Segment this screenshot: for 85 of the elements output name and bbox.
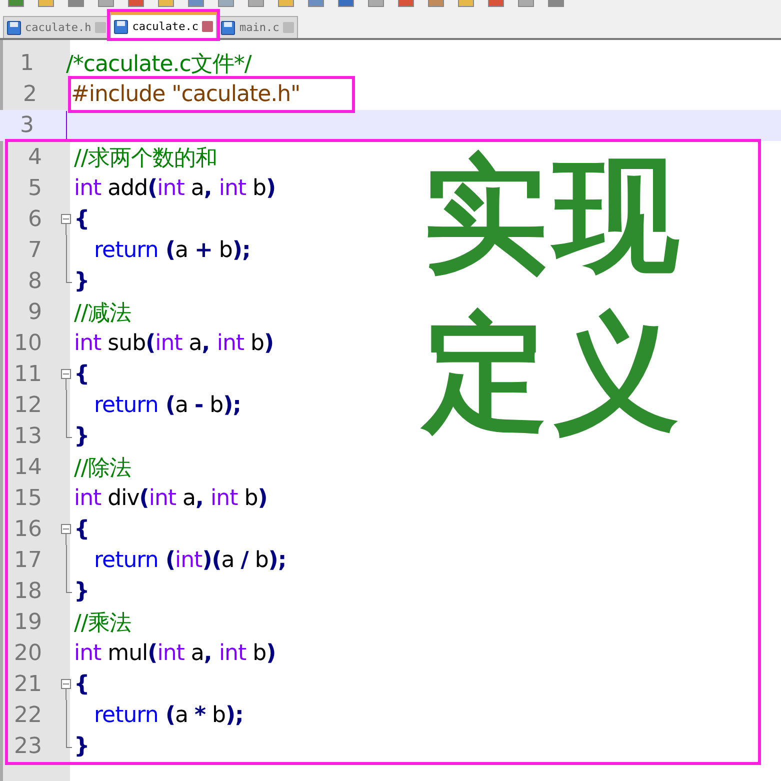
toolbar-icon[interactable]: [398, 0, 414, 7]
line-number: 20: [13, 641, 43, 666]
line-number: 10: [13, 331, 43, 356]
toolbar-icon[interactable]: [428, 0, 444, 7]
code-line: int mul(int a, int b): [74, 641, 276, 666]
code-line: }: [74, 734, 90, 759]
toolbar-icon[interactable]: [338, 0, 354, 7]
code-line: return (a + b);: [93, 238, 250, 263]
code-line: return (int)(a / b);: [93, 548, 286, 573]
line-number: 16: [13, 517, 43, 542]
fold-toggle-icon[interactable]: [61, 369, 71, 390]
code-comment: //减法: [74, 300, 131, 328]
code-line: {: [74, 672, 90, 697]
toolbar-icon[interactable]: [188, 0, 204, 7]
file-tab[interactable]: caculate.c: [110, 12, 218, 38]
fold-toggle-icon[interactable]: [61, 524, 71, 545]
fold-line-icon: [66, 545, 67, 576]
fold-line-icon: [66, 390, 67, 421]
line-number: 15: [13, 486, 43, 511]
toolbar-icon[interactable]: [488, 0, 504, 7]
code-line: int div(int a, int b): [74, 486, 268, 511]
line-number: 3: [19, 113, 35, 138]
save-icon: [221, 20, 236, 34]
code-line: }: [74, 579, 90, 604]
code-comment: //求两个数的和: [74, 144, 217, 172]
toolbar-icon[interactable]: [8, 0, 24, 7]
handwritten-note: 实现: [423, 147, 685, 284]
fold-toggle-icon[interactable]: [61, 214, 71, 235]
toolbar-icon[interactable]: [218, 0, 234, 7]
toolbar-icon[interactable]: [128, 0, 144, 7]
fold-end-icon: [66, 266, 72, 283]
toolbar-icon[interactable]: [308, 0, 324, 7]
toolbar-icon[interactable]: [368, 0, 384, 7]
code-line: {: [74, 207, 90, 232]
file-tab[interactable]: main.c: [217, 16, 298, 38]
fold-line-icon: [66, 235, 67, 266]
line-number: 11: [13, 362, 43, 387]
toolbar-icon[interactable]: [248, 0, 264, 7]
line-number: 9: [27, 300, 43, 325]
fold-line-icon: [66, 700, 67, 731]
code-line: {: [74, 517, 90, 542]
toolbar-icon[interactable]: [98, 0, 114, 7]
line-number: 2: [22, 81, 38, 109]
line-number: 4: [27, 145, 43, 170]
text-cursor: [66, 111, 67, 140]
code-line: #include "caculate.h": [71, 82, 300, 107]
save-icon: [114, 20, 128, 34]
line-number: 13: [13, 424, 43, 449]
code-comment: /*caculate.c文件*/: [66, 50, 252, 78]
fold-end-icon: [66, 421, 72, 438]
code-line: }: [74, 269, 90, 294]
line-number: 23: [13, 734, 43, 759]
code-line: int add(int a, int b): [74, 176, 276, 201]
toolbar-icon[interactable]: [278, 0, 294, 7]
line-number: 12: [13, 393, 43, 418]
line-number: 22: [13, 703, 43, 728]
toolbar-icon[interactable]: [68, 0, 84, 7]
line-number: 21: [13, 672, 43, 697]
line-number: 6: [27, 207, 43, 232]
code-line: }: [74, 424, 90, 449]
toolbar-icon[interactable]: [458, 0, 474, 7]
line-number: 19: [13, 610, 43, 635]
code-line: return (a - b);: [93, 393, 241, 418]
code-comment: //乘法: [74, 610, 131, 638]
line-number: 17: [13, 548, 43, 573]
line-number: 14: [13, 455, 43, 480]
line-number: 8: [27, 269, 43, 294]
close-icon[interactable]: [202, 21, 214, 32]
code-line: return (a * b);: [93, 703, 244, 728]
line-number: 7: [27, 238, 43, 263]
fold-toggle-icon[interactable]: [61, 679, 71, 700]
toolbar-icon[interactable]: [548, 0, 564, 7]
toolbar-icon[interactable]: [158, 0, 174, 7]
fold-end-icon: [66, 576, 72, 593]
code-line: {: [74, 362, 90, 387]
handwritten-note: 定义: [423, 304, 685, 442]
line-number: 1: [19, 51, 35, 76]
code-comment: //除法: [74, 454, 131, 482]
line-number: 18: [13, 579, 43, 604]
code-line: int sub(int a, int b): [74, 331, 274, 356]
line-number: 5: [27, 176, 43, 201]
save-icon: [7, 20, 21, 34]
toolbar-icon[interactable]: [518, 0, 534, 7]
toolbar-icon[interactable]: [38, 0, 54, 7]
fold-end-icon: [66, 731, 72, 748]
